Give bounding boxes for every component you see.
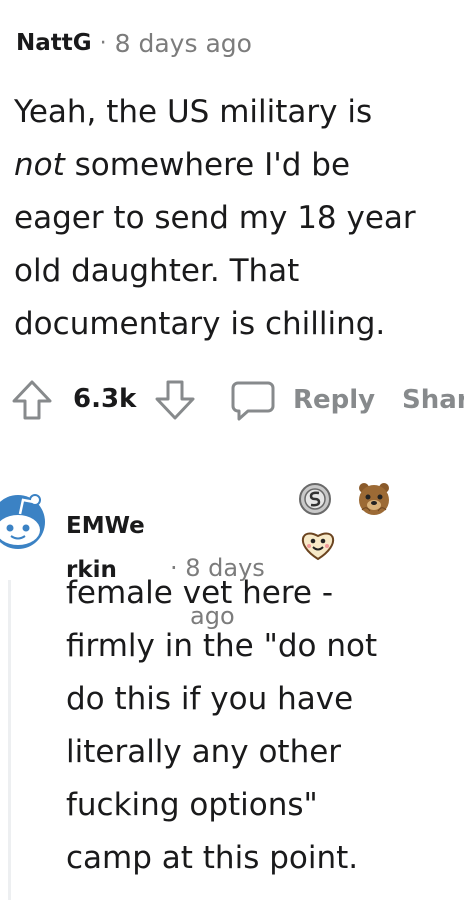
- silver-award-icon[interactable]: [298, 482, 332, 516]
- comment-line: literally any other: [66, 734, 342, 770]
- wholesome-award-icon[interactable]: [298, 526, 338, 562]
- comment-header: NattG · 8 days ago: [16, 28, 252, 58]
- comment-line: documentary is chilling.: [14, 306, 386, 342]
- comment-line: old daughter. That: [14, 253, 300, 289]
- comment-body: Yeah, the US military is not somewhere I…: [14, 86, 454, 351]
- timestamp[interactable]: 8 days ago: [115, 29, 252, 58]
- arrow-down-icon[interactable]: [153, 378, 197, 422]
- arrow-up-icon[interactable]: [10, 378, 54, 422]
- share-button[interactable]: Shar: [402, 385, 464, 415]
- comment-line: eager to send my 18 year: [14, 200, 416, 236]
- comment-line: not somewhere I'd be: [14, 139, 454, 192]
- comment-line: do this if you have: [66, 681, 354, 717]
- speech-bubble-icon[interactable]: [230, 378, 276, 422]
- comment-line: camp at this point.: [66, 840, 359, 876]
- vote-count: 6.3k: [73, 384, 137, 414]
- comment-action-bar: 6.3k Reply Shar: [10, 374, 464, 426]
- thread-line[interactable]: [8, 580, 11, 900]
- username[interactable]: NattG: [16, 30, 92, 56]
- comment-body: female vet here - firmly in the "do not …: [66, 567, 456, 885]
- comment-line: Yeah, the US military is: [14, 94, 373, 130]
- comment-line-rest: somewhere I'd be: [64, 147, 351, 183]
- comment-line: firmly in the "do not: [66, 628, 378, 664]
- reply-button[interactable]: Reply: [293, 385, 375, 415]
- bear-award-icon[interactable]: [356, 480, 392, 518]
- reddit-snoo-avatar[interactable]: [0, 486, 50, 554]
- emphasis-text: not: [14, 147, 65, 183]
- comment-line: fucking options": [66, 787, 318, 823]
- comment-line: female vet here -: [66, 575, 334, 611]
- separator-dot: ·: [99, 30, 107, 56]
- username[interactable]: EMWe: [66, 512, 145, 540]
